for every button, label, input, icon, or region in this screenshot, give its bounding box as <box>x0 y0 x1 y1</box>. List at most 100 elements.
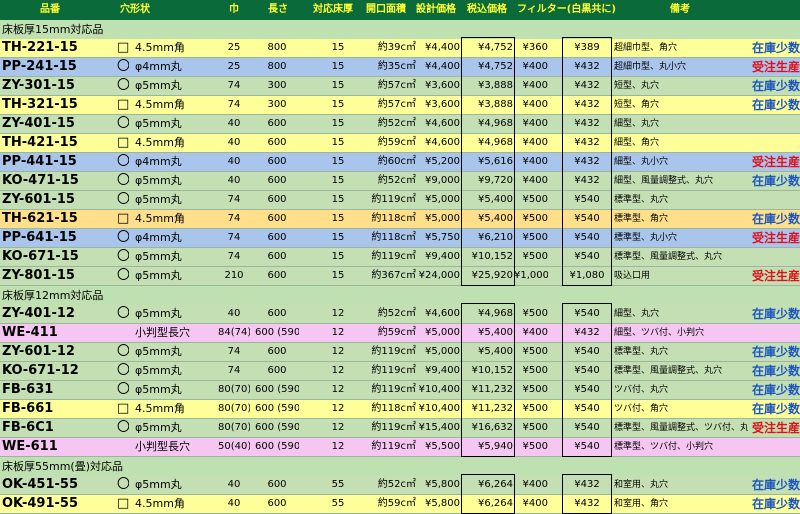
table-row[interactable]: FB-661 □ 4.5mm角 80(70) 600 (590) 12 約118c㎡¥10,… <box>0 400 800 419</box>
section-header: 床板厚55mm(畳)対応品 <box>0 457 800 476</box>
cell-code: TH-221-15 <box>2 40 78 55</box>
cell-tax: ¥10,152 <box>471 251 513 262</box>
cell-note: 細型、風量調整式、丸穴 <box>614 176 714 186</box>
cell-filter: ¥500 <box>522 213 548 224</box>
cell-price: ¥5,500 <box>425 441 460 452</box>
cell-thick: 12 <box>331 422 345 433</box>
table-row[interactable]: FB-6C1 〇 φ5mm丸 80(70) 600 (590) 12 約119c㎡¥15,4… <box>0 419 800 438</box>
table-row[interactable]: WE-411 小判型長穴 84(74) 600 (590) 12 約59c㎡ ¥5,000 ¥… <box>0 324 800 343</box>
cell-note: 細型、丸穴 <box>614 119 660 129</box>
cell-sym: 〇 <box>117 382 129 397</box>
table-row[interactable]: WE-611 小判型長穴 50(40) 600 (590) 12 約119c㎡ ¥5,500… <box>0 438 800 457</box>
cell-filter-tax: ¥1,080 <box>569 270 605 281</box>
cell-thick: 15 <box>331 251 345 262</box>
cell-code: ZY-601-12 <box>2 344 75 359</box>
cell-status: 在庫少数 <box>751 383 800 397</box>
cell-sym: □ <box>117 211 129 226</box>
cell-hole: φ5mm丸 <box>135 174 182 187</box>
cell-length: 600 <box>267 156 287 167</box>
cell-length: 600 <box>267 498 287 509</box>
cell-thick: 15 <box>331 232 345 243</box>
table-row[interactable]: OK-491-55 □ 4.5mm角 40 600 55 約59c㎡ ¥5,800 ¥6,264… <box>0 495 800 514</box>
cell-thick: 15 <box>331 156 345 167</box>
cell-status: 受注生産 <box>751 269 800 283</box>
cell-hole: φ4mm丸 <box>135 60 182 73</box>
table-row[interactable]: TH-621-15 □ 4.5mm角 74 600 15 約118c㎡ ¥5,000 ¥5,40… <box>0 210 800 229</box>
cell-width: 74 <box>227 232 241 243</box>
table-row[interactable]: ZY-601-12 〇 φ5mm丸 74 600 12 約119c㎡ ¥5,000 ¥5,400… <box>0 343 800 362</box>
cell-thick: 15 <box>331 194 345 205</box>
header-price: 設計価格 <box>416 4 456 15</box>
cell-note: 和室用、角穴 <box>614 499 669 509</box>
cell-area: 約119c㎡ <box>371 384 416 395</box>
cell-filter-tax: ¥540 <box>574 251 600 262</box>
cell-hole: 4.5mm角 <box>135 497 185 510</box>
cell-note: 標準型、風量調整式、丸穴 <box>614 252 723 262</box>
cell-filter: ¥500 <box>522 384 548 395</box>
cell-code: FB-661 <box>2 401 54 416</box>
section-title: 床板厚12mm対応品 <box>2 289 104 302</box>
cell-hole: φ5mm丸 <box>135 383 182 396</box>
cell-sym: 〇 <box>117 59 129 74</box>
table-row[interactable]: KO-671-15 〇 φ5mm丸 74 600 15 約119c㎡ ¥9,400 ¥10,15… <box>0 248 800 267</box>
cell-hole: 4.5mm角 <box>135 98 185 111</box>
cell-area: 約52c㎡ <box>377 118 416 129</box>
table-row[interactable]: ZY-601-15 〇 φ5mm丸 74 600 15 約119c㎡ ¥5,000 ¥5,400… <box>0 191 800 210</box>
cell-price: ¥5,000 <box>425 194 460 205</box>
cell-price: ¥5,800 <box>425 479 460 490</box>
cell-price: ¥4,400 <box>425 42 460 53</box>
cell-hole: φ5mm丸 <box>135 364 182 377</box>
table-row[interactable]: TH-321-15 □ 4.5mm角 74 300 15 約57c㎡ ¥3,600 ¥3,888… <box>0 96 800 115</box>
table-row[interactable]: OK-451-55 〇 φ5mm丸 40 600 55 約52c㎡ ¥5,800 ¥6,264 ¥… <box>0 476 800 495</box>
cell-filter-tax: ¥432 <box>574 498 600 509</box>
cell-length: 800 <box>267 61 287 72</box>
cell-filter-tax: ¥432 <box>574 99 600 110</box>
cell-thick: 12 <box>331 365 345 376</box>
table-row[interactable]: PP-241-15 〇 φ4mm丸 25 800 15 約35c㎡ ¥4,400 ¥4,752 ¥… <box>0 58 800 77</box>
cell-sym: 〇 <box>117 268 129 283</box>
cell-status: 受注生産 <box>751 421 800 435</box>
cell-sym: 〇 <box>117 230 129 245</box>
cell-status: 在庫少数 <box>751 402 800 416</box>
cell-length: 600 (590) <box>255 384 299 395</box>
table-row[interactable]: ZY-401-12 〇 φ5mm丸 40 600 12 約52c㎡ ¥4,600 ¥4,968 ¥… <box>0 305 800 324</box>
cell-thick: 15 <box>331 118 345 129</box>
table-row[interactable]: TH-421-15 □ 4.5mm角 40 600 15 約59c㎡ ¥4,600 ¥4,968… <box>0 134 800 153</box>
table-row[interactable]: ZY-801-15 〇 φ5mm丸 210 600 15 約367c㎡ ¥24,000 ¥25,… <box>0 267 800 286</box>
cell-filter: ¥500 <box>522 365 548 376</box>
cell-width: 50(40) <box>218 441 250 452</box>
cell-width: 80(70) <box>218 422 250 433</box>
cell-filter: ¥400 <box>522 61 548 72</box>
spreadsheet: 品番 穴形状 巾 長さ 対応床厚 開口面積 設計価格 税込価格 フィルター(白黒… <box>0 0 800 514</box>
cell-status: 受注生産 <box>751 155 800 169</box>
cell-tax: ¥10,152 <box>471 365 513 376</box>
cell-status: 受注生産 <box>751 60 800 74</box>
cell-hole: φ4mm丸 <box>135 155 182 168</box>
cell-filter: ¥400 <box>522 118 548 129</box>
table-row[interactable]: KO-671-12 〇 φ5mm丸 74 600 12 約119c㎡ ¥9,400 ¥10,15… <box>0 362 800 381</box>
cell-width: 80(70) <box>218 403 250 414</box>
table-row[interactable]: KO-471-15 〇 φ5mm丸 40 600 15 約52c㎡ ¥9,000 ¥9,720 ¥… <box>0 172 800 191</box>
cell-thick: 12 <box>331 403 345 414</box>
cell-tax: ¥4,968 <box>478 118 513 129</box>
cell-thick: 15 <box>331 213 345 224</box>
cell-width: 40 <box>227 479 241 490</box>
cell-note: 標準型、ツバ付、小判穴 <box>614 442 714 452</box>
cell-tax: ¥9,720 <box>478 175 513 186</box>
table-row[interactable]: PP-441-15 〇 φ4mm丸 40 600 15 約60c㎡ ¥5,200 ¥5,616 ¥… <box>0 153 800 172</box>
cell-filter-tax: ¥432 <box>574 479 600 490</box>
cell-area: 約59c㎡ <box>377 137 416 148</box>
cell-filter: ¥400 <box>522 137 548 148</box>
cell-width: 74 <box>227 365 241 376</box>
cell-length: 600 (590) <box>255 327 299 338</box>
table-row[interactable]: PP-641-15 〇 φ4mm丸 74 600 15 約118c㎡ ¥5,750 ¥6,210… <box>0 229 800 248</box>
cell-width: 40 <box>227 137 241 148</box>
cell-sym: 〇 <box>117 344 129 359</box>
table-row[interactable]: TH-221-15 □ 4.5mm角 25 800 15 約39c㎡ ¥4,400 ¥4,752… <box>0 39 800 58</box>
table-row[interactable]: ZY-401-15 〇 φ5mm丸 40 600 15 約52c㎡ ¥4,600 ¥4,968 ¥… <box>0 115 800 134</box>
header-note: 備考 <box>670 4 690 15</box>
table-row[interactable]: ZY-301-15 〇 φ5mm丸 74 300 15 約57c㎡ ¥3,600 ¥3,888 ¥… <box>0 77 800 96</box>
cell-width: 40 <box>227 118 241 129</box>
table-row[interactable]: FB-631 〇 φ5mm丸 80(70) 600 (590) 12 約119c㎡¥10,4… <box>0 381 800 400</box>
cell-note: 標準型、風量調整式、ツバ付、丸穴 <box>614 423 748 433</box>
